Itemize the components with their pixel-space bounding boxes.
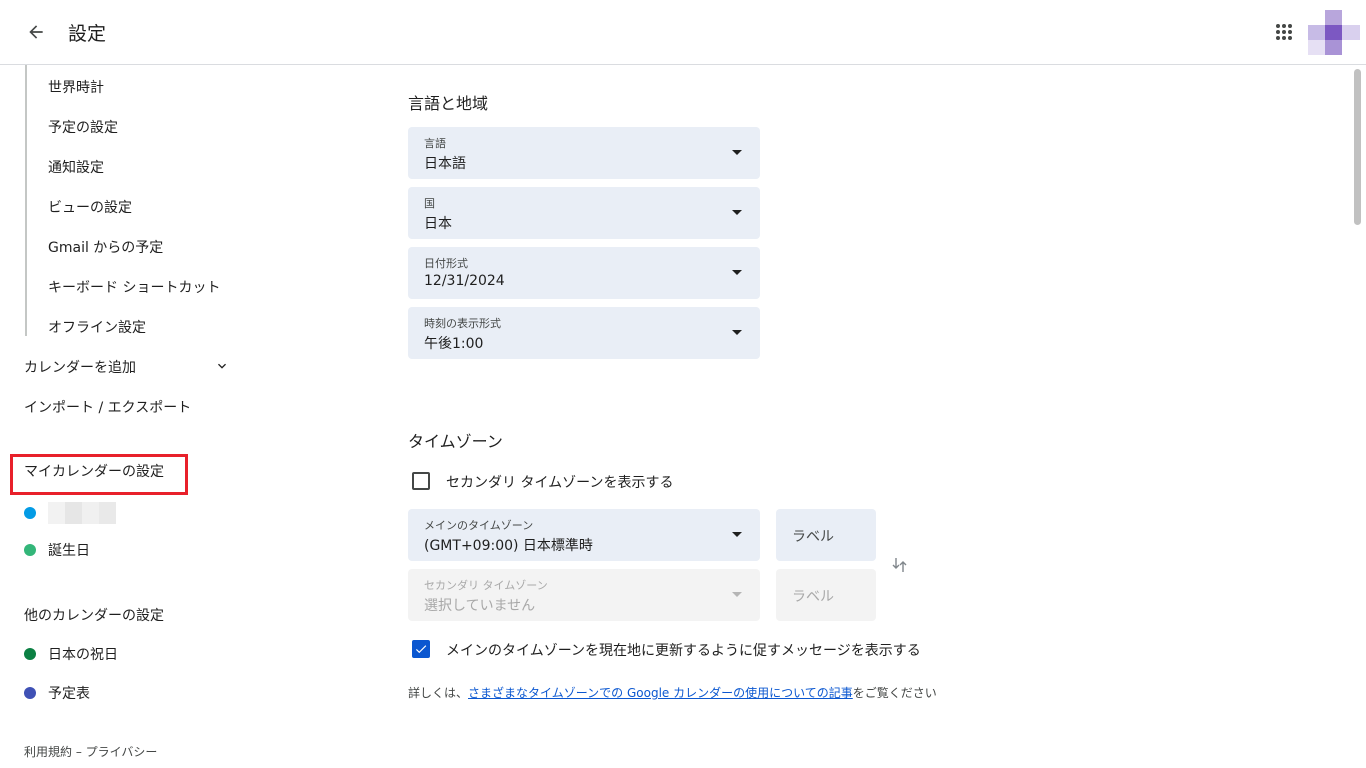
calendar-color-dot (24, 648, 36, 660)
sidebar-item-gmail-events[interactable]: Gmail からの予定 (48, 237, 163, 257)
label-placeholder: ラベル (792, 589, 834, 605)
my-calendar-item-primary[interactable] (24, 502, 116, 524)
google-apps-button[interactable] (1271, 19, 1297, 45)
dropdown-arrow-icon (732, 330, 742, 335)
footer-links: 利用規約 – プライバシー (24, 743, 157, 760)
select-value: 午後1:00 (424, 336, 484, 352)
language-region-heading: 言語と地域 (408, 94, 489, 113)
checkmark-icon (415, 645, 427, 654)
swap-timezones-icon[interactable] (890, 555, 910, 575)
calendar-color-dot (24, 544, 36, 556)
footer-separator: – (75, 745, 82, 759)
select-value: (GMT+09:00) 日本標準時 (424, 538, 593, 554)
select-label: メインのタイムゾーン (424, 519, 534, 532)
calendar-label: 日本の祝日 (48, 647, 118, 663)
other-calendar-item-schedule[interactable]: 予定表 (24, 683, 90, 703)
timezone-heading: タイムゾーン (408, 432, 503, 451)
language-select[interactable]: 言語 日本語 (408, 127, 760, 179)
page-title: 設定 (68, 23, 107, 45)
settings-sidebar: 世界時計 予定の設定 通知設定 ビューの設定 Gmail からの予定 キーボード… (0, 65, 260, 768)
select-label: 言語 (424, 137, 446, 150)
dropdown-arrow-icon (732, 270, 742, 275)
apps-grid-icon (1276, 24, 1292, 40)
primary-timezone-label-input[interactable]: ラベル (776, 509, 876, 561)
label-placeholder: ラベル (792, 529, 834, 545)
time-format-select[interactable]: 時刻の表示形式 午後1:00 (408, 307, 760, 359)
sidebar-item-offline-settings[interactable]: オフライン設定 (48, 317, 146, 337)
settings-main: 言語と地域 言語 日本語 国 日本 日付形式 12/31/2024 時刻の表示形… (260, 65, 1350, 768)
date-format-select[interactable]: 日付形式 12/31/2024 (408, 247, 760, 299)
sidebar-item-notification-settings[interactable]: 通知設定 (48, 157, 104, 177)
dropdown-arrow-icon (732, 592, 742, 597)
primary-timezone-select[interactable]: メインのタイムゾーン (GMT+09:00) 日本標準時 (408, 509, 760, 561)
sidebar-item-import-export[interactable]: インポート / エクスポート (24, 397, 191, 417)
help-suffix: をご覧ください (852, 686, 937, 700)
privacy-link[interactable]: プライバシー (86, 745, 158, 759)
other-calendars-heading: 他のカレンダーの設定 (24, 608, 164, 624)
show-secondary-timezone-checkbox[interactable] (412, 472, 430, 490)
select-label: 時刻の表示形式 (424, 317, 501, 330)
dropdown-arrow-icon (732, 532, 742, 537)
sidebar-item-add-calendar[interactable]: カレンダーを追加 (24, 357, 136, 377)
redacted-calendar-name (48, 502, 116, 524)
prompt-update-timezone-label: メインのタイムゾーンを現在地に更新するように促すメッセージを表示する (446, 643, 921, 659)
sidebar-item-event-settings[interactable]: 予定の設定 (48, 117, 118, 137)
select-value: 日本語 (424, 156, 466, 172)
calendar-label: 誕生日 (48, 543, 90, 559)
other-calendar-item-holidays[interactable]: 日本の祝日 (24, 644, 118, 664)
select-label: 国 (424, 197, 435, 210)
my-calendar-item-birthdays[interactable]: 誕生日 (24, 540, 90, 560)
back-button[interactable] (20, 16, 52, 48)
timezone-help-link[interactable]: さまざまなタイムゾーンでの Google カレンダーの使用についての記事 (468, 686, 853, 700)
select-label: 日付形式 (424, 257, 468, 270)
sidebar-item-keyboard-shortcuts[interactable]: キーボード ショートカット (48, 277, 220, 297)
chevron-down-icon[interactable] (214, 358, 230, 374)
select-value: 日本 (424, 216, 452, 232)
show-secondary-timezone-label: セカンダリ タイムゾーンを表示する (446, 475, 674, 491)
sidebar-item-world-clock[interactable]: 世界時計 (48, 77, 104, 97)
help-prefix: 詳しくは、 (408, 686, 469, 700)
vertical-scrollbar[interactable] (1350, 65, 1366, 768)
terms-link[interactable]: 利用規約 (24, 745, 72, 759)
arrow-back-icon (29, 25, 43, 39)
dropdown-arrow-icon (732, 210, 742, 215)
select-label: セカンダリ タイムゾーン (424, 579, 548, 592)
secondary-timezone-label-input: ラベル (776, 569, 876, 621)
calendar-color-dot (24, 687, 36, 699)
account-avatar[interactable] (1308, 10, 1360, 55)
app-header: 設定 (0, 0, 1366, 65)
general-settings-sublist: 世界時計 予定の設定 通知設定 ビューの設定 Gmail からの予定 キーボード… (25, 65, 245, 336)
secondary-timezone-select: セカンダリ タイムゾーン 選択していません (408, 569, 760, 621)
calendar-label: 予定表 (48, 686, 90, 702)
select-value: 選択していません (424, 598, 536, 614)
prompt-update-timezone-checkbox[interactable] (412, 640, 430, 658)
select-value: 12/31/2024 (424, 273, 505, 289)
scrollbar-thumb[interactable] (1354, 69, 1361, 225)
timezone-help-text: 詳しくは、さまざまなタイムゾーンでの Google カレンダーの使用についての記… (408, 684, 937, 701)
country-select[interactable]: 国 日本 (408, 187, 760, 239)
dropdown-arrow-icon (732, 150, 742, 155)
calendar-color-dot (24, 507, 36, 519)
sidebar-item-view-settings[interactable]: ビューの設定 (48, 197, 132, 217)
my-calendars-heading: マイカレンダーの設定 (24, 464, 164, 480)
